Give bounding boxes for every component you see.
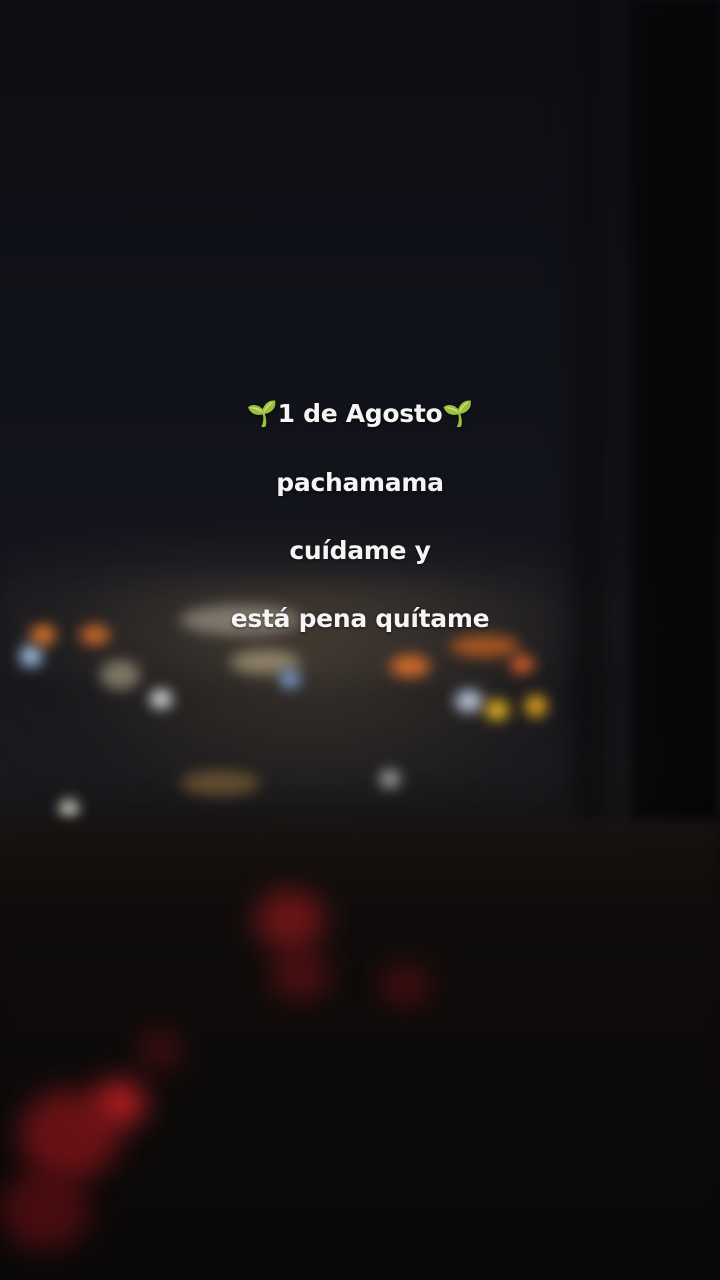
lyric-line: cuídame y	[289, 536, 431, 565]
lyrics-overlay: 🌱1 de Agosto🌱 pachamama cuídame y está p…	[0, 0, 720, 1280]
lyric-line: pachamama	[276, 468, 444, 497]
lyric-line: está pena quítame	[230, 604, 490, 633]
background-photo: 🌱1 de Agosto🌱 pachamama cuídame y está p…	[0, 0, 720, 1280]
lyric-line-date: 🌱1 de Agosto🌱	[246, 399, 474, 428]
